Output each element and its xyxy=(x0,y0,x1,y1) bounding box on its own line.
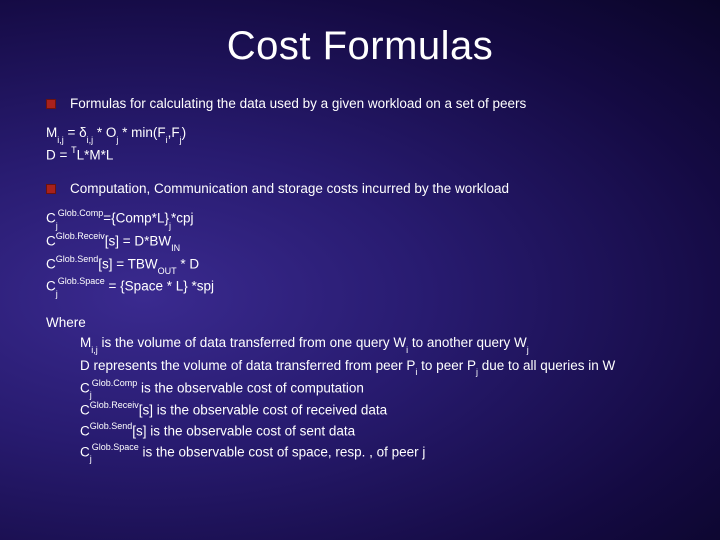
bullet-1-row: Formulas for calculating the data used b… xyxy=(46,95,674,113)
slide-title: Cost Formulas xyxy=(46,24,674,69)
formula-block-1: Mi,j = δi,j * Oj * min(Fi,Fj) D = TL*M*L xyxy=(46,123,674,166)
where-label: Where xyxy=(46,313,674,333)
where-line-2: D represents the volume of data transfer… xyxy=(46,356,674,378)
formula-2-line-1: CjGlob.Comp={Comp*L}j*cpj xyxy=(46,208,674,231)
where-line-6: CjGlob.Space is the observable cost of s… xyxy=(46,442,674,465)
where-line-1: Mi,j is the volume of data transferred f… xyxy=(46,333,674,355)
bullet-2-row: Computation, Communication and storage c… xyxy=(46,180,674,198)
bullet-2-text: Computation, Communication and storage c… xyxy=(70,180,509,198)
formula-2-line-2: CGlob.Receiv[s] = D*BWIN xyxy=(46,231,674,254)
slide: Cost Formulas Formulas for calculating t… xyxy=(0,0,720,540)
formula-1-line-2: D = TL*M*L xyxy=(46,145,674,166)
where-block: Where Mi,j is the volume of data transfe… xyxy=(46,313,674,465)
formula-2-line-4: CjGlob.Space = {Space * L} *spj xyxy=(46,276,674,299)
where-line-3: CjGlob.Comp is the observable cost of co… xyxy=(46,378,674,401)
square-bullet-icon xyxy=(46,99,56,109)
square-bullet-icon xyxy=(46,184,56,194)
where-line-5: CGlob.Send[s] is the observable cost of … xyxy=(46,421,674,442)
formula-1-line-1: Mi,j = δi,j * Oj * min(Fi,Fj) xyxy=(46,123,674,145)
bullet-1-text: Formulas for calculating the data used b… xyxy=(70,95,526,113)
formula-2-line-3: CGlob.Send[s] = TBWOUT * D xyxy=(46,254,674,277)
formula-block-2: CjGlob.Comp={Comp*L}j*cpj CGlob.Receiv[s… xyxy=(46,208,674,299)
where-line-4: CGlob.Receiv[s] is the observable cost o… xyxy=(46,400,674,421)
